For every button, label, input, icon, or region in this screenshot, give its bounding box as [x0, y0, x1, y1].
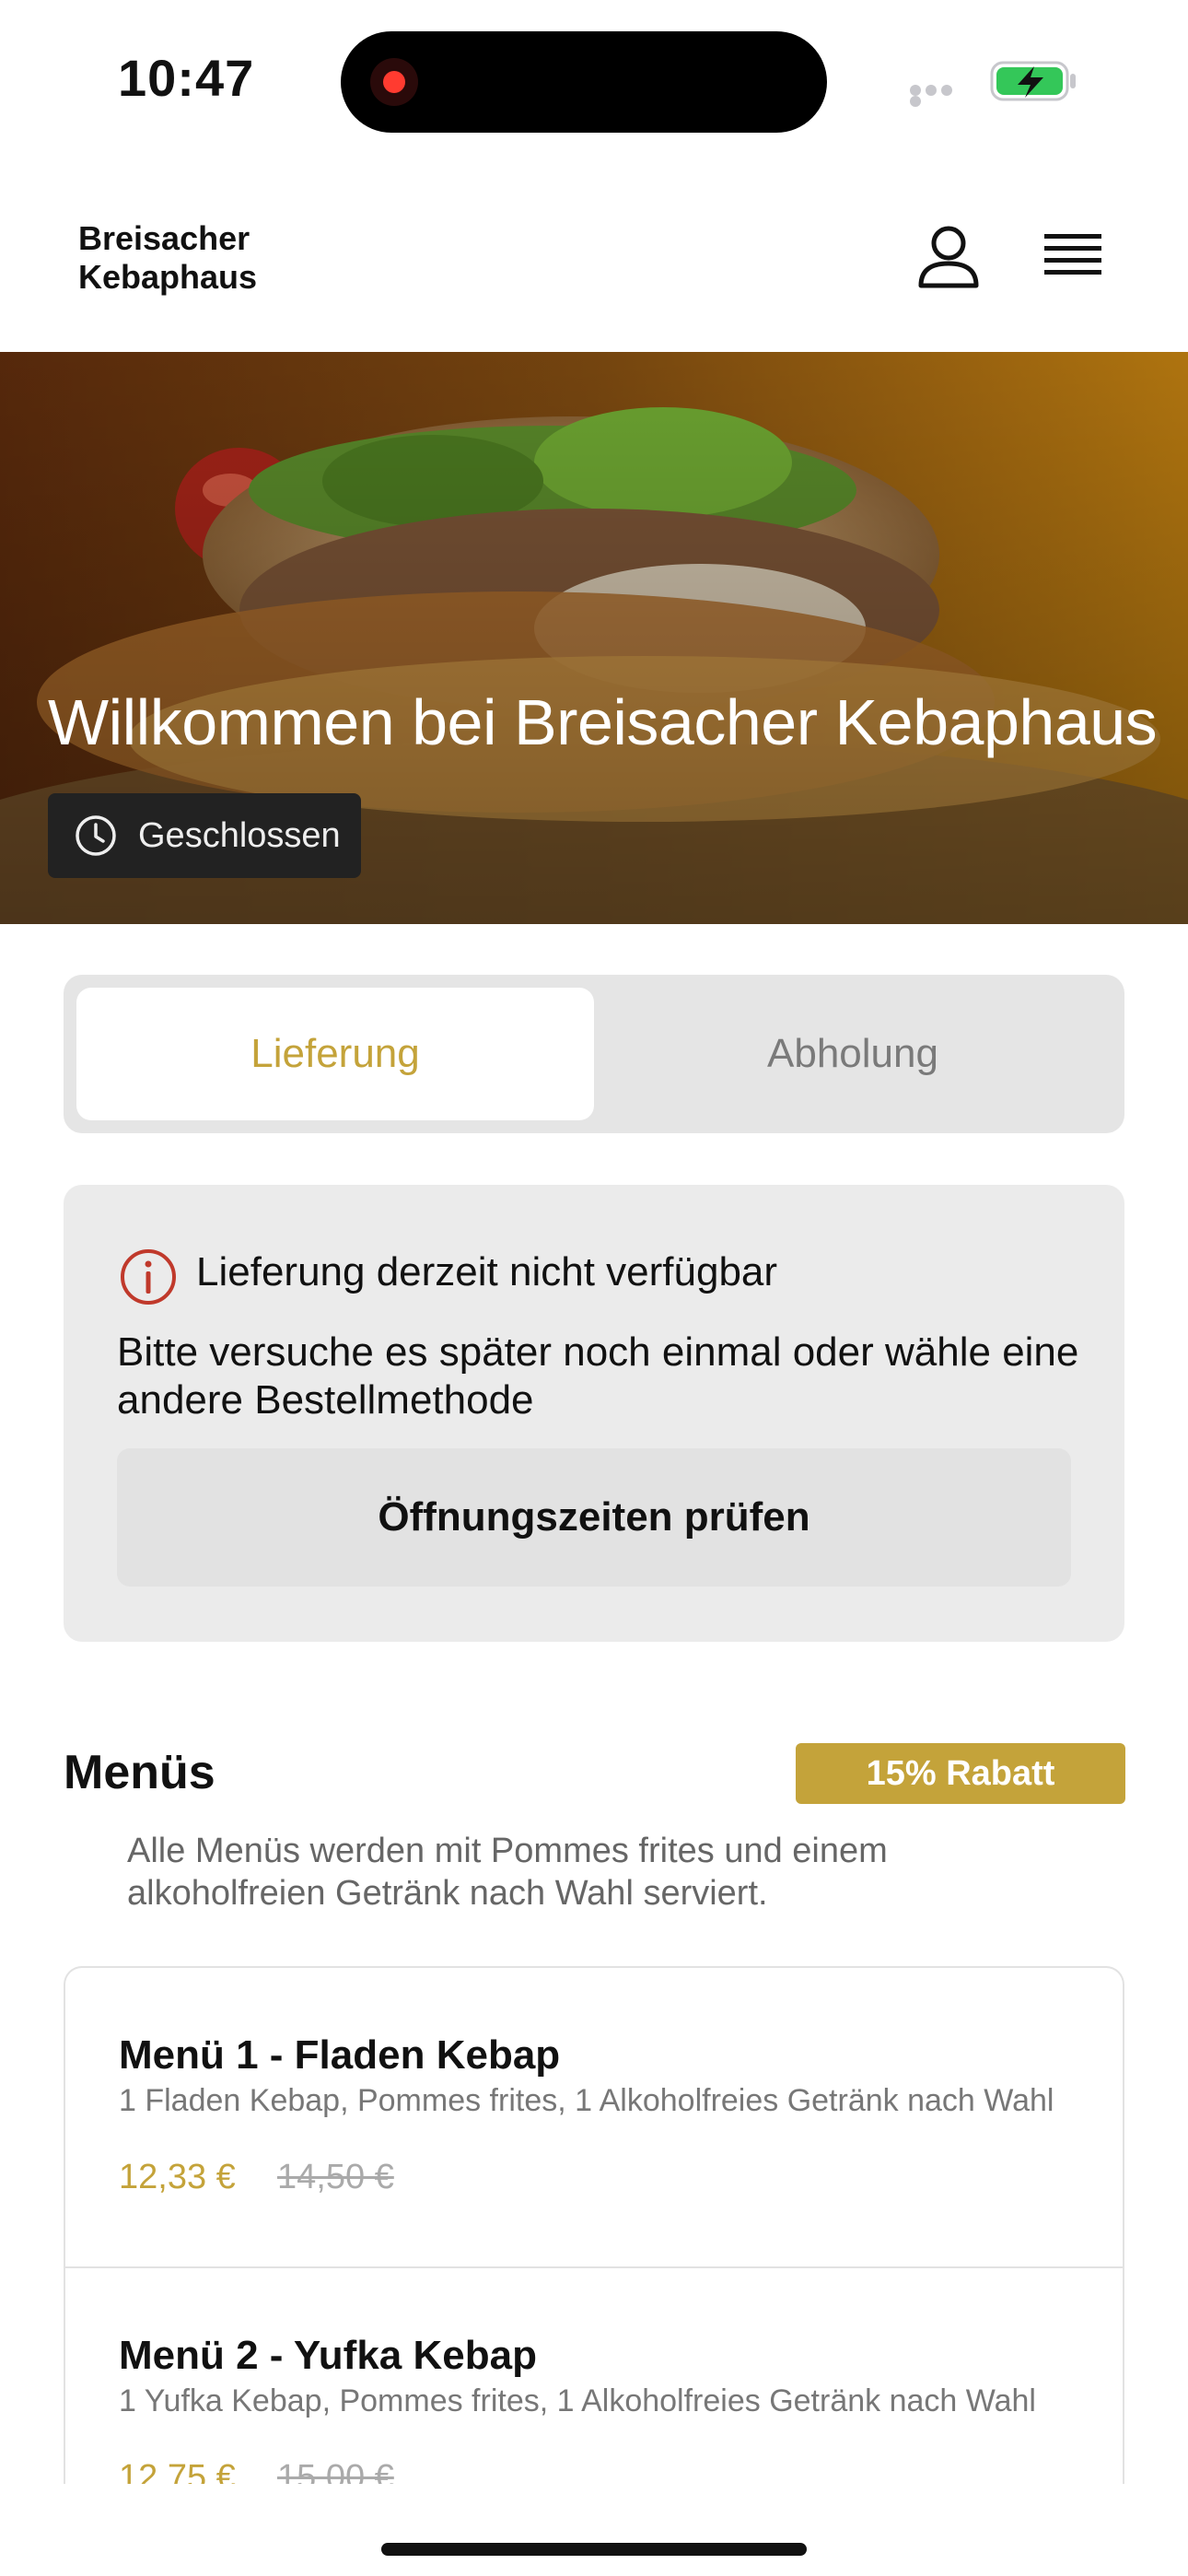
- clock-icon: [76, 815, 116, 856]
- menu-item-old-price: 14,50 €: [277, 2158, 394, 2196]
- notice-title: Lieferung derzeit nicht verfügbar: [196, 1249, 778, 1294]
- menu-item-name: Menü 2 - Yufka Kebap: [119, 2333, 537, 2378]
- delivery-unavailable-notice: Lieferung derzeit nicht verfügbar Bitte …: [64, 1185, 1124, 1642]
- menu-item-price: 12,33 €: [119, 2158, 236, 2196]
- info-alert-icon: [121, 1249, 176, 1305]
- hero-title: Willkommen bei Breisacher Kebaphaus: [48, 686, 1158, 758]
- menu-item-description: 1 Fladen Kebap, Pommes frites, 1 Alkohol…: [119, 2083, 1054, 2118]
- battery-charging-icon: [990, 61, 1076, 101]
- notice-text: Bitte versuche es später noch einmal ode…: [117, 1329, 1079, 1423]
- menu-item-list: Menü 1 - Fladen Kebap 1 Fladen Kebap, Po…: [64, 1966, 1124, 2484]
- open-status-badge: Geschlossen: [48, 793, 361, 878]
- discount-badge: 15% Rabatt: [796, 1743, 1125, 1804]
- user-account-icon[interactable]: [912, 221, 985, 295]
- menu-item-price: 12,75 €: [119, 2458, 236, 2484]
- status-time: 10:47: [118, 49, 255, 107]
- status-bar: 10:47: [0, 0, 1188, 157]
- open-status-label: Geschlossen: [138, 815, 341, 855]
- menu-item-name: Menü 1 - Fladen Kebap: [119, 2032, 561, 2078]
- check-hours-button[interactable]: Öffnungszeiten prüfen: [117, 1448, 1071, 1587]
- section-description: Alle Menüs werden mit Pommes frites und …: [127, 1832, 888, 1913]
- hero-banner: Willkommen bei Breisacher Kebaphaus Gesc…: [0, 352, 1188, 924]
- menu-item-description: 1 Yufka Kebap, Pommes frites, 1 Alkoholf…: [119, 2383, 1036, 2418]
- brand-name-line1: Breisacher: [78, 219, 250, 257]
- brand-logo[interactable]: Breisacher Kebaphaus: [78, 219, 257, 297]
- tab-delivery[interactable]: Lieferung: [76, 988, 594, 1120]
- dynamic-island: [341, 31, 827, 133]
- tab-pickup[interactable]: Abholung: [594, 988, 1112, 1120]
- order-mode-toggle: Lieferung Abholung: [64, 975, 1124, 1133]
- recording-indicator-icon: [370, 58, 418, 106]
- home-indicator[interactable]: [381, 2543, 807, 2556]
- section-title-menus: Menüs: [64, 1746, 215, 1799]
- app-header: Breisacher Kebaphaus: [0, 157, 1188, 352]
- menu-item[interactable]: Menü 1 - Fladen Kebap 1 Fladen Kebap, Po…: [65, 1968, 1123, 2268]
- menu-item[interactable]: Menü 2 - Yufka Kebap 1 Yufka Kebap, Pomm…: [65, 2268, 1123, 2484]
- brand-name-line2: Kebaphaus: [78, 258, 258, 296]
- hamburger-menu-icon[interactable]: [1037, 223, 1114, 293]
- signal-icon: [910, 85, 971, 107]
- menu-item-old-price: 15,00 €: [277, 2458, 394, 2484]
